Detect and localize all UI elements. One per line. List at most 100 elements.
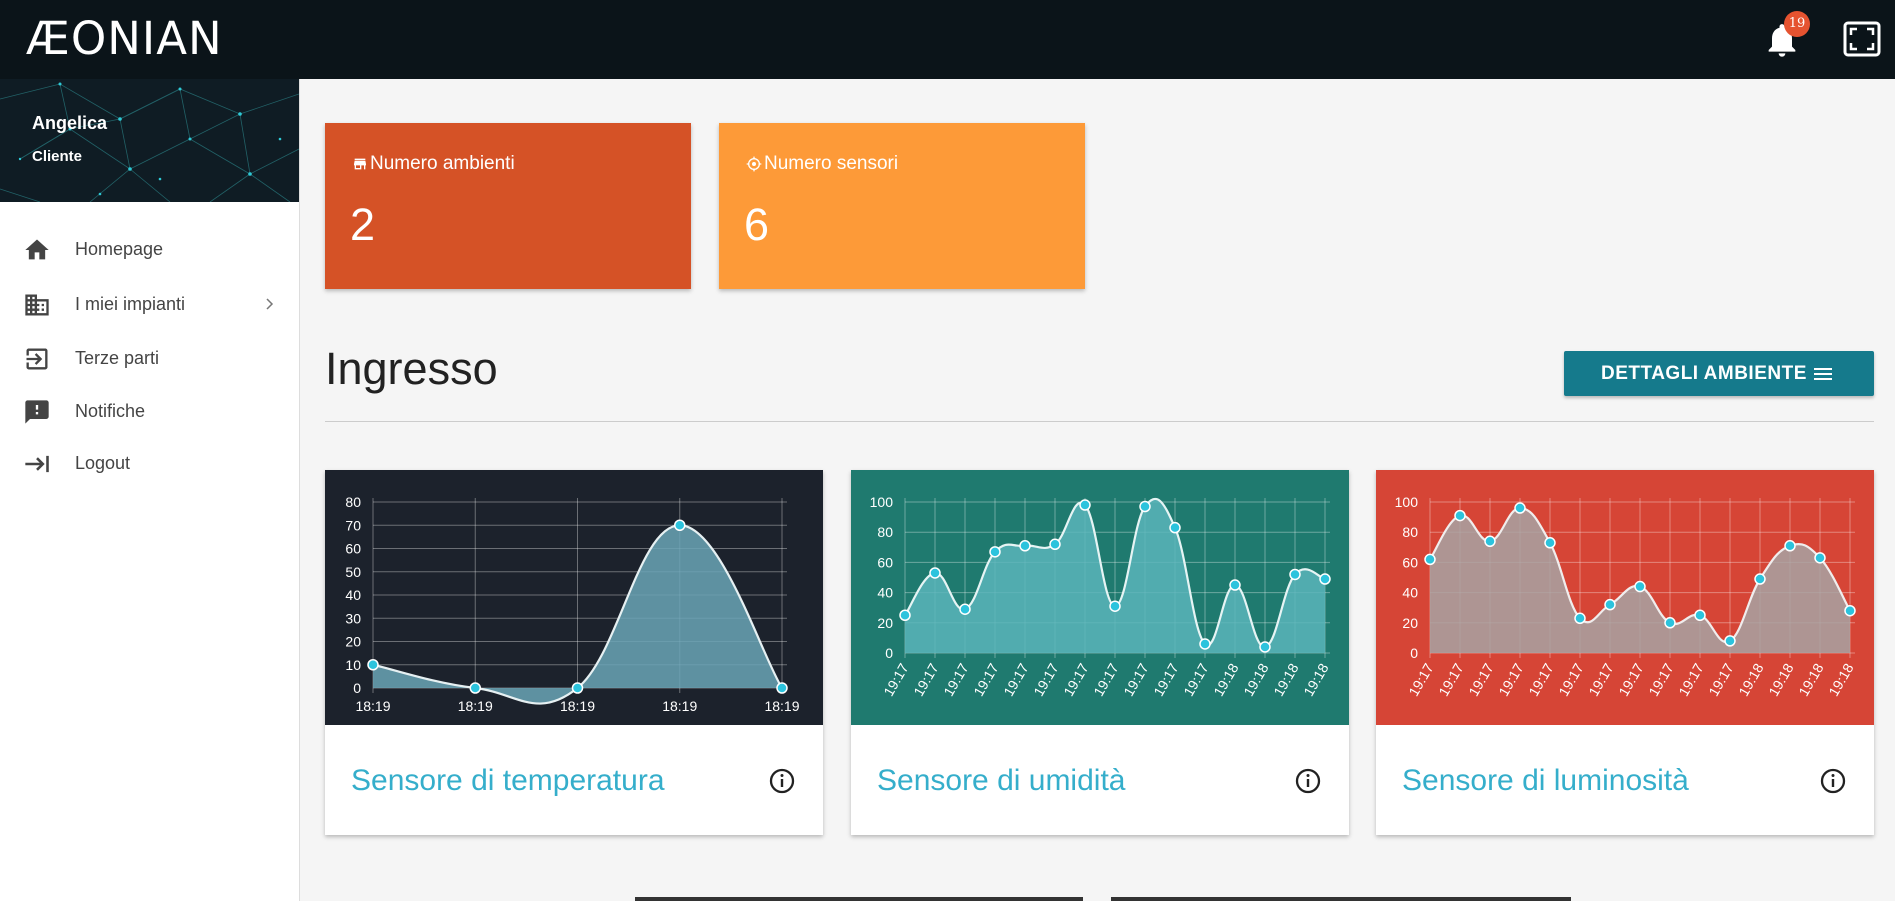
sidebar-item-notifiche[interactable]: Notifiche [0, 387, 299, 435]
data-point [1229, 579, 1241, 591]
y-tick-label: 60 [877, 554, 893, 570]
building-icon [25, 294, 49, 316]
data-point [776, 682, 788, 694]
data-point [929, 567, 941, 579]
stat-label: Numero ambienti [370, 153, 515, 174]
details-button[interactable]: DETTAGLI AMBIENTE [1564, 351, 1874, 396]
y-tick-label: 100 [1395, 494, 1419, 510]
profile-role: Cliente [32, 148, 83, 165]
feedback-icon [25, 400, 49, 424]
y-tick-label: 40 [877, 585, 893, 601]
temperature-chart: 0 10 20 30 40 50 60 70 80 18:19 18:19 18:19 18:19 18:… [325, 470, 823, 725]
data-point [1139, 500, 1151, 513]
sidebar-item-label: Terze parti [75, 348, 160, 368]
top-bar: ÆONIAN 19 [0, 0, 1895, 79]
data-point [1574, 612, 1586, 625]
data-point [571, 682, 584, 694]
data-point [1169, 521, 1181, 534]
y-tick-label: 40 [1402, 585, 1418, 601]
x-tick-label: 18:19 [662, 698, 697, 714]
data-point [469, 682, 481, 694]
data-point [1724, 635, 1736, 647]
stat-card-sensori[interactable]: Numero sensori 6 [719, 123, 1085, 289]
sensor-card-luminosita: 0 20 40 60 80 100 19:17 19:17 19:17 19:17 19:17 19:… [1376, 470, 1874, 835]
logout-icon [25, 455, 49, 473]
data-point [1289, 568, 1301, 581]
home-icon [25, 239, 49, 260]
luminosity-chart: 02040608010019:1719:1719:1719:1719:1719:… [1376, 470, 1874, 725]
list-icon [1814, 368, 1832, 380]
data-point [1844, 604, 1856, 617]
data-point [959, 603, 971, 615]
sidebar-item-terze-parti[interactable]: Terze parti [0, 334, 299, 382]
sidebar-item-homepage[interactable]: Homepage [0, 225, 299, 273]
sidebar-item-label: I miei impianti [75, 294, 186, 314]
y-tick-label: 10 [345, 657, 361, 673]
sensor-card-temperatura: 0 10 20 30 40 50 60 70 80 18:19 18:19 18:19 18:19 18:… [325, 470, 823, 835]
info-icon[interactable] [768, 767, 796, 795]
data-point [1634, 580, 1646, 593]
next-card-edge [635, 897, 1083, 901]
y-tick-label: 0 [353, 680, 361, 696]
data-point [1784, 540, 1796, 552]
sidebar-item-label: Logout [75, 453, 131, 473]
y-tick-label: 0 [1410, 645, 1418, 661]
y-tick-label: 80 [345, 494, 361, 510]
data-point [1604, 598, 1616, 611]
y-tick-label: 60 [345, 541, 361, 557]
info-icon[interactable] [1294, 767, 1322, 795]
y-tick-label: 20 [1402, 615, 1418, 631]
sidebar-item-label: Homepage [75, 239, 164, 259]
y-tick-label: 20 [877, 615, 893, 631]
sidebar-item-impianti[interactable]: I miei impianti [0, 280, 299, 328]
store-icon [354, 158, 366, 170]
data-point [1319, 573, 1331, 585]
y-tick-label: 50 [345, 564, 361, 580]
fullscreen-icon[interactable] [1843, 21, 1881, 57]
stat-value: 6 [744, 199, 770, 250]
y-tick-label: 60 [1402, 554, 1418, 570]
data-point [1514, 502, 1526, 514]
y-tick-label: 0 [885, 645, 893, 661]
data-point [1544, 537, 1556, 549]
sidebar-item-logout[interactable]: Logout [0, 439, 299, 487]
section-title: Ingresso [325, 343, 498, 394]
data-point [1814, 552, 1826, 564]
details-button-label: DETTAGLI AMBIENTE [1601, 363, 1807, 384]
sidebar: Angelica Cliente Homepage I miei impiant… [0, 79, 300, 901]
data-point [1664, 617, 1676, 629]
data-point [1424, 553, 1436, 566]
login-icon [26, 348, 48, 370]
sensor-icon [746, 156, 762, 172]
info-icon[interactable] [1819, 767, 1847, 795]
notification-badge: 19 [1784, 11, 1810, 37]
next-card-edge [1111, 897, 1571, 901]
humidity-chart: 02040608010019:1719:1719:1719:1719:1719:… [851, 470, 1349, 725]
data-point [1199, 638, 1211, 650]
sensor-title[interactable]: Sensore di umidità [877, 764, 1125, 798]
y-tick-label: 30 [345, 610, 361, 626]
y-tick-label: 100 [870, 494, 894, 510]
x-tick-label: 18:19 [764, 698, 799, 714]
data-point [1079, 499, 1091, 511]
y-tick-label: 70 [345, 517, 361, 533]
data-point [1049, 538, 1061, 551]
data-point [899, 609, 911, 621]
data-point [1259, 641, 1271, 653]
data-point [989, 546, 1001, 558]
brand-logo[interactable]: ÆONIAN [26, 14, 223, 64]
sensor-title[interactable]: Sensore di temperatura [351, 764, 665, 798]
stat-card-ambienti[interactable]: Numero ambienti 2 [325, 123, 691, 289]
data-point [1109, 600, 1121, 612]
sensor-title[interactable]: Sensore di luminosità [1402, 764, 1689, 798]
x-tick-label: 18:19 [458, 698, 493, 714]
data-point [1694, 609, 1706, 621]
y-tick-label: 20 [345, 634, 361, 650]
data-point [1019, 540, 1031, 552]
data-point [367, 659, 379, 671]
profile-name: Angelica [32, 113, 108, 133]
network-background [0, 79, 299, 202]
data-point [1454, 509, 1466, 522]
section-divider [325, 421, 1874, 422]
stat-value: 2 [350, 199, 376, 250]
